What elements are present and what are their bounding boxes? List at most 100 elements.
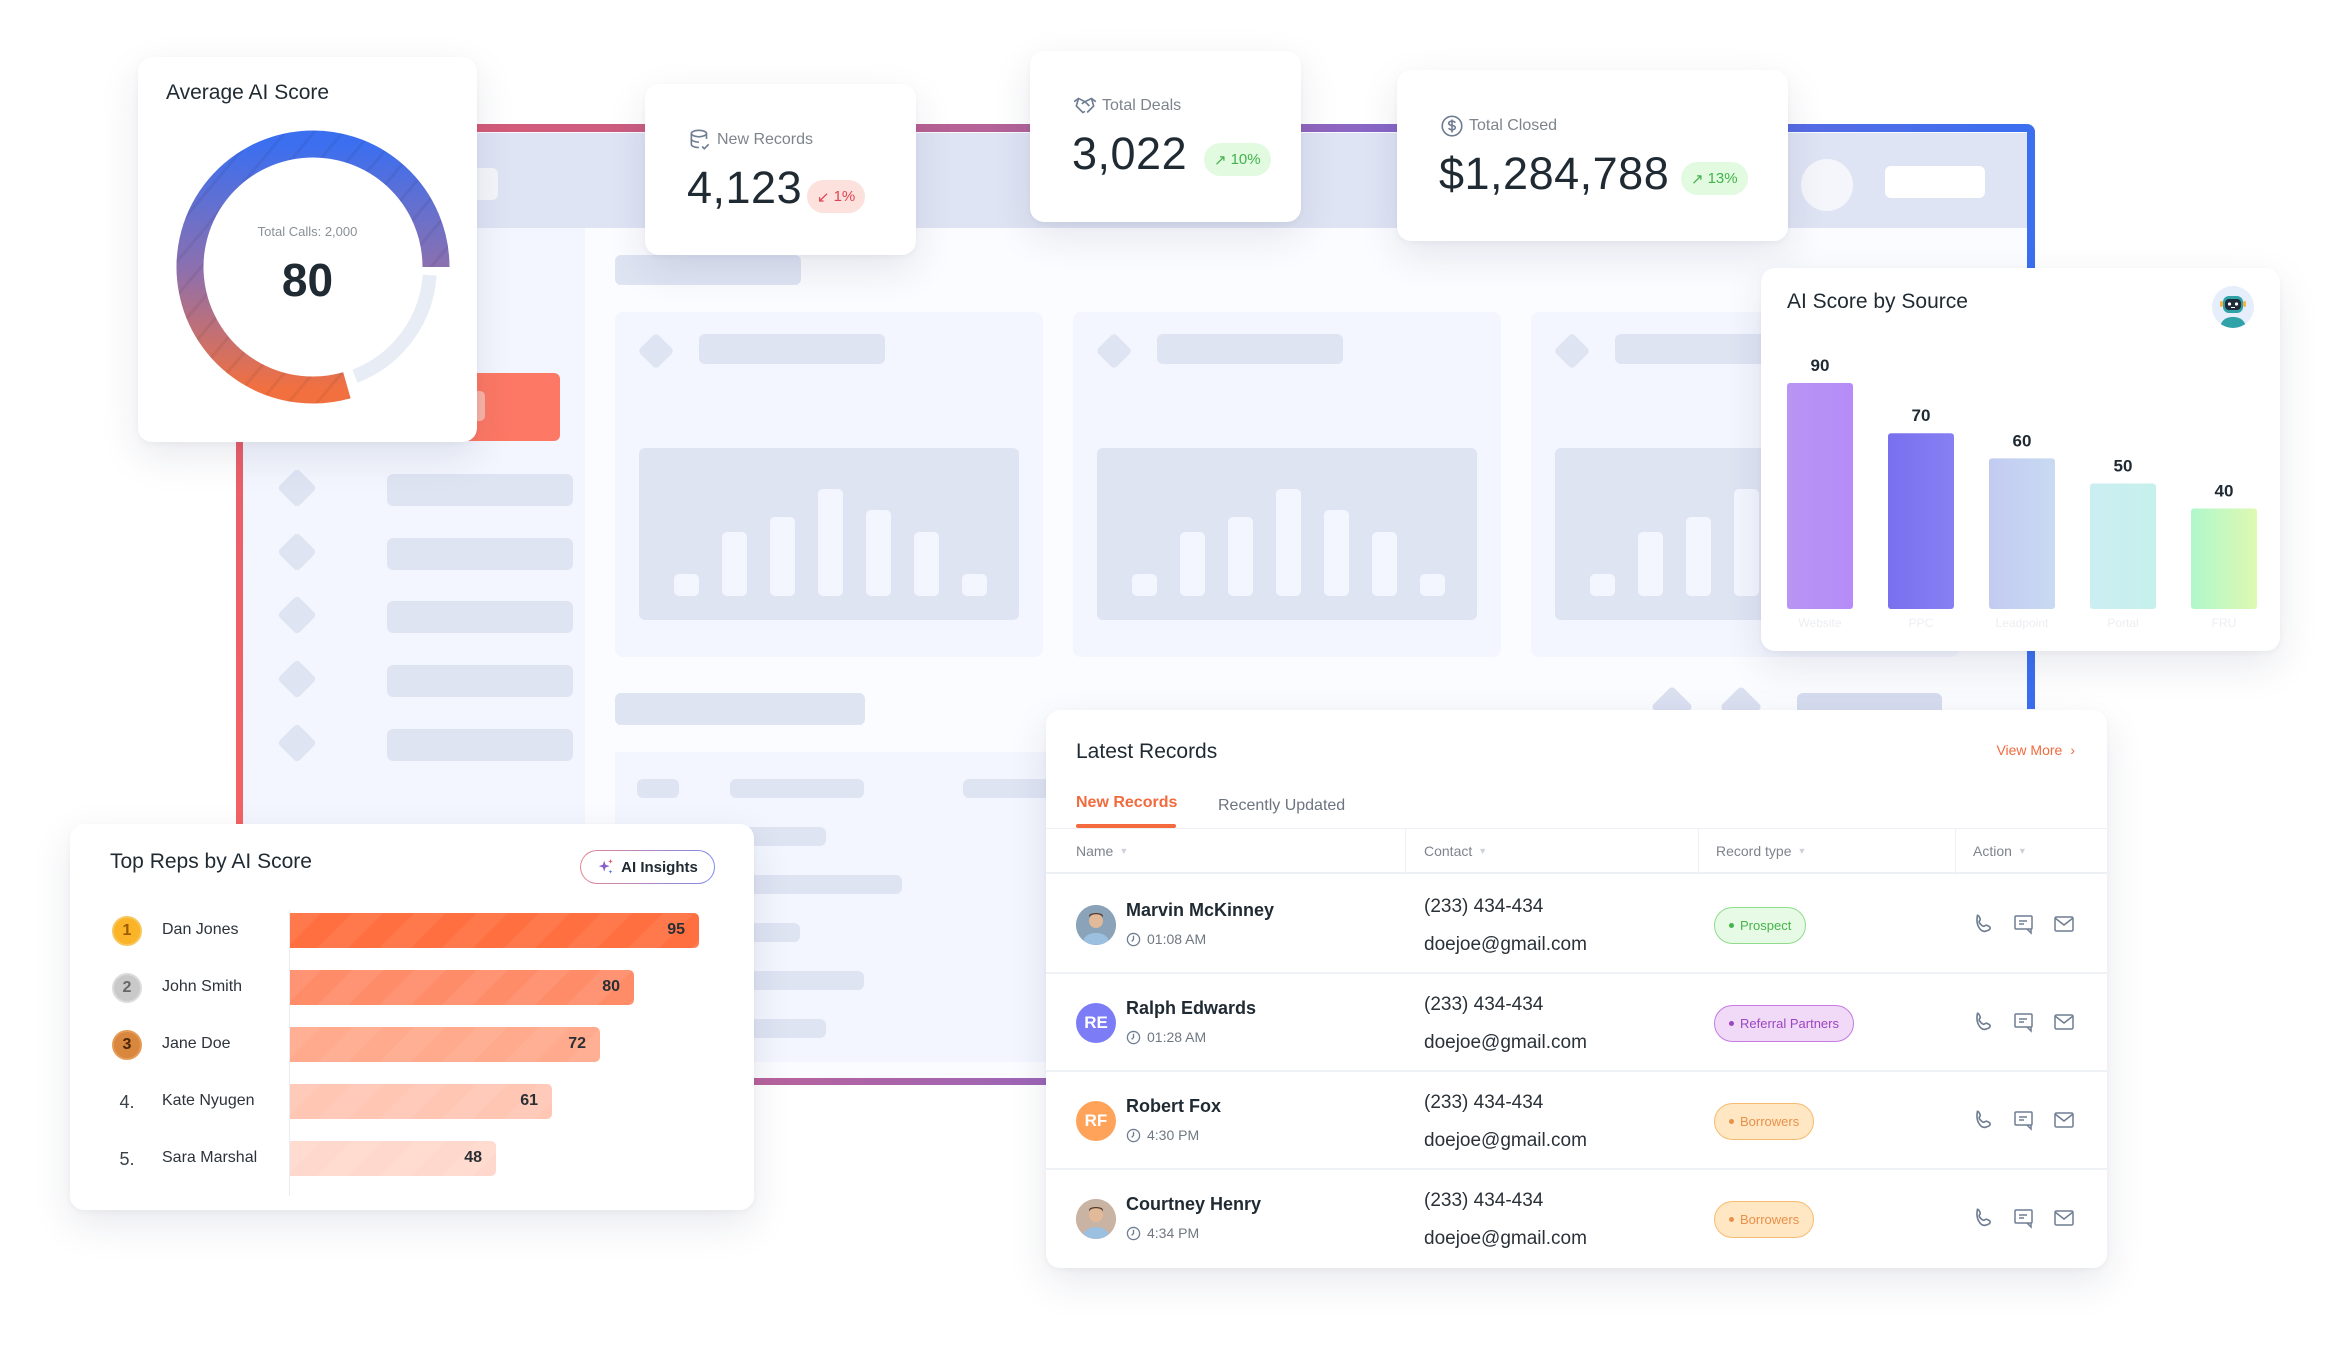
- view-more-link[interactable]: View More ›: [1996, 742, 2075, 758]
- message-icon[interactable]: [2012, 1206, 2036, 1235]
- record-phone: (233) 434-434: [1424, 994, 1544, 1015]
- record-phone: (233) 434-434: [1424, 1092, 1544, 1113]
- x-tick-label: Website: [1798, 616, 1841, 630]
- ai-insights-label: AI Insights: [621, 858, 698, 876]
- table-row[interactable]: RE Ralph Edwards 01:28 AM (233) 434-434 …: [1046, 974, 2107, 1072]
- record-name[interactable]: Courtney Henry: [1126, 1194, 1261, 1215]
- record-name[interactable]: Robert Fox: [1126, 1096, 1221, 1117]
- bar-ppc[interactable]: [1888, 433, 1954, 609]
- column-header-action[interactable]: Action ▼: [1973, 843, 2027, 859]
- rep-row: 3 Jane Doe 72: [70, 1027, 754, 1063]
- time-value: 01:08 AM: [1147, 931, 1207, 947]
- message-icon[interactable]: [2012, 912, 2036, 941]
- kpi-value: 3,022: [1072, 128, 1188, 179]
- bronze-medal-icon: 3: [112, 1030, 142, 1060]
- status-dot: [1729, 1217, 1734, 1222]
- view-more-label: View More: [1996, 742, 2063, 758]
- column-divider: [1698, 829, 1699, 875]
- row-actions: [1972, 1206, 2076, 1235]
- time-value: 01:28 AM: [1147, 1029, 1207, 1045]
- column-header-record-type[interactable]: Record type ▼: [1716, 843, 1806, 859]
- column-header-contact[interactable]: Contact ▼: [1424, 843, 1487, 859]
- bar-website[interactable]: [1787, 383, 1853, 609]
- score-bar[interactable]: 61: [290, 1084, 552, 1119]
- skeleton-sidebar-item: [277, 723, 573, 763]
- record-email: doejoe@gmail.com: [1424, 934, 1587, 955]
- arrow-up-right-icon: ↗: [1214, 151, 1227, 169]
- record-time: 4:30 PM: [1126, 1127, 1199, 1143]
- skeleton-header-pill: [1885, 166, 1985, 198]
- phone-icon[interactable]: [1972, 1010, 1996, 1039]
- change-badge-up: ↗ 13%: [1681, 162, 1748, 195]
- time-value: 4:34 PM: [1147, 1225, 1200, 1241]
- bar-fru[interactable]: [2191, 508, 2257, 609]
- score-bar[interactable]: 48: [290, 1141, 496, 1176]
- kpi-label: Total Closed: [1469, 117, 1558, 134]
- record-type-badge: Borrowers: [1714, 1201, 1815, 1238]
- record-type-badge: Borrowers: [1714, 1103, 1815, 1140]
- column-divider: [1405, 829, 1406, 875]
- record-phone: (233) 434-434: [1424, 896, 1544, 917]
- skeleton-widget: [615, 312, 1043, 657]
- message-icon[interactable]: [2012, 1108, 2036, 1137]
- robot-avatar-icon[interactable]: [2212, 286, 2254, 328]
- sparkle-icon: [598, 858, 614, 874]
- dollar-circle-icon: [1441, 115, 1463, 137]
- score-bar[interactable]: 72: [290, 1027, 600, 1062]
- record-name[interactable]: Ralph Edwards: [1126, 998, 1256, 1019]
- phone-icon[interactable]: [1972, 1108, 1996, 1137]
- score-bar[interactable]: 95: [290, 913, 699, 948]
- source-bar-chart: 90 Website 70 PPC 60 Leadpoint 50 Portal 40 FRU: [1787, 356, 2257, 630]
- table-row[interactable]: Courtney Henry 4:34 PM (233) 434-434 doe…: [1046, 1170, 2107, 1268]
- arrow-up-right-icon: ↗: [1691, 170, 1704, 188]
- phone-icon[interactable]: [1972, 1206, 1996, 1235]
- score-bar[interactable]: 80: [290, 970, 634, 1005]
- record-time: 4:34 PM: [1126, 1225, 1199, 1241]
- column-header-name[interactable]: Name ▼: [1076, 843, 1128, 859]
- skeleton-sidebar-item: [277, 468, 573, 508]
- mail-icon[interactable]: [2052, 1108, 2076, 1137]
- record-type-badge: Prospect: [1714, 907, 1807, 944]
- record-time: 01:08 AM: [1126, 931, 1206, 947]
- data-label: 90: [1811, 356, 1830, 375]
- column-divider: [1955, 829, 1956, 875]
- clock-icon: [1126, 1226, 1141, 1240]
- rank-number: 4.: [119, 1091, 135, 1112]
- phone-icon[interactable]: [1972, 912, 1996, 941]
- record-type-label: Referral Partners: [1740, 1016, 1839, 1031]
- skeleton-sidebar-item: [277, 532, 573, 572]
- ai-insights-button[interactable]: AI Insights: [580, 850, 715, 884]
- score-label: 95: [667, 921, 685, 938]
- record-name[interactable]: Marvin McKinney: [1126, 900, 1274, 921]
- table-row[interactable]: RF Robert Fox 4:30 PM (233) 434-434 doej…: [1046, 1072, 2107, 1170]
- mail-icon[interactable]: [2052, 1206, 2076, 1235]
- handshake-icon: [1073, 97, 1097, 114]
- skeleton-sidebar-item: [277, 595, 573, 635]
- change-badge-up: ↗ 10%: [1204, 143, 1271, 176]
- data-label: 50: [2114, 456, 2133, 475]
- time-value: 4:30 PM: [1147, 1127, 1200, 1143]
- bar-portal[interactable]: [2090, 483, 2156, 609]
- kpi-label: Total Deals: [1102, 97, 1182, 114]
- mail-icon[interactable]: [2052, 912, 2076, 941]
- bar-leadpoint[interactable]: [1989, 458, 2055, 609]
- change-value: 13%: [1707, 170, 1738, 187]
- kpi-value: $1,284,788: [1439, 148, 1670, 199]
- data-label: 70: [1912, 406, 1931, 425]
- table-row[interactable]: Marvin McKinney 01:08 AM (233) 434-434 d…: [1046, 876, 2107, 974]
- record-type-label: Borrowers: [1740, 1212, 1800, 1227]
- arrow-down-left-icon: ↙: [817, 188, 830, 206]
- message-icon[interactable]: [2012, 1010, 2036, 1039]
- record-type-badge: Referral Partners: [1714, 1005, 1854, 1042]
- chevron-right-icon: ›: [2070, 742, 2075, 758]
- card-title: AI Score by Source: [1787, 290, 1968, 313]
- tab-new-records[interactable]: New Records: [1076, 794, 1177, 812]
- mail-icon[interactable]: [2052, 1010, 2076, 1039]
- skeleton-widget: [1073, 312, 1501, 657]
- card-title: Top Reps by AI Score: [110, 850, 312, 873]
- record-email: doejoe@gmail.com: [1424, 1228, 1587, 1249]
- avatar: [1076, 1199, 1116, 1239]
- tab-recently-updated[interactable]: Recently Updated: [1218, 797, 1345, 815]
- x-tick-label: Leadpoint: [1996, 616, 2049, 630]
- record-email: doejoe@gmail.com: [1424, 1130, 1587, 1151]
